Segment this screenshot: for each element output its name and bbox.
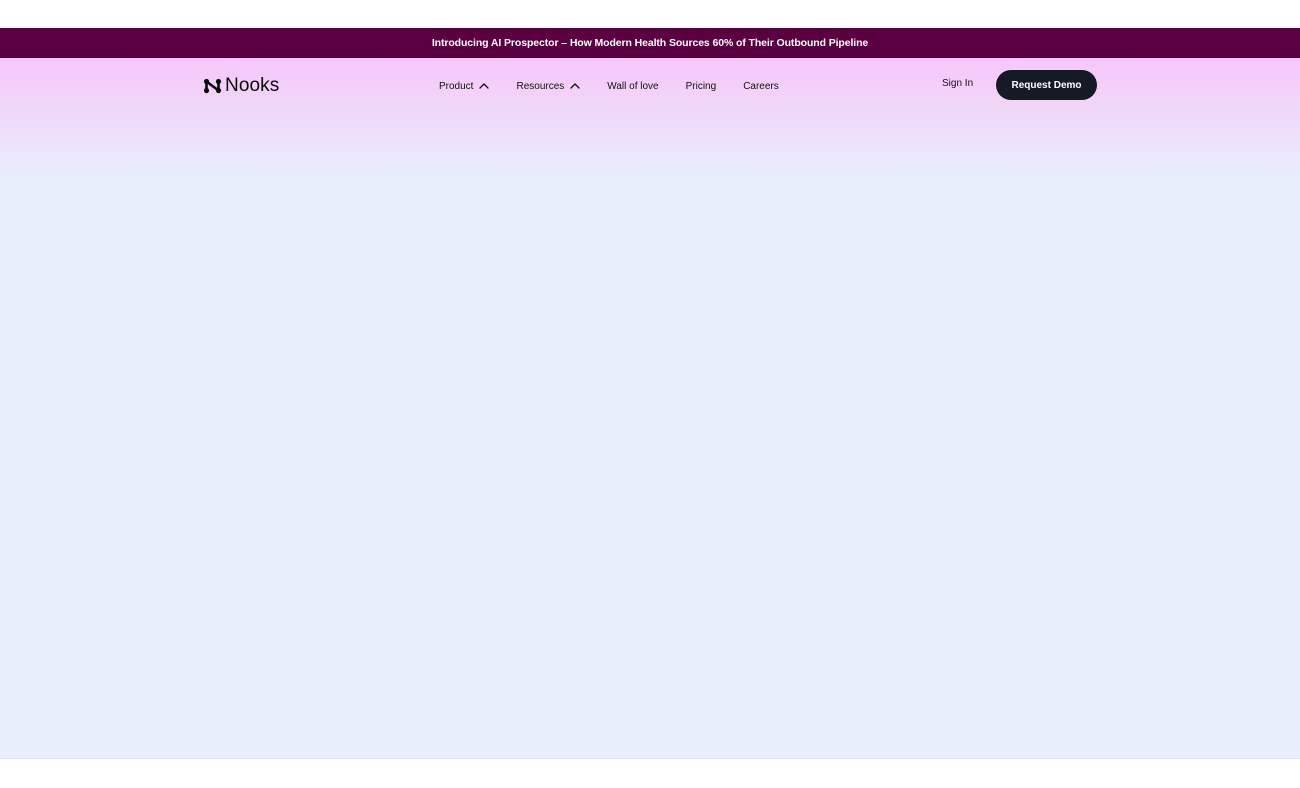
page: Introducing AI Prospector – How Modern H… [0,0,1300,788]
browser-viewport: Introducing AI Prospector – How Modern H… [0,28,1300,759]
nav-product-label: Product [439,80,474,92]
nooks-logo-icon [203,78,222,94]
nav-wall-of-love[interactable]: Wall of love [607,81,658,92]
nav-careers-label: Careers [743,80,779,92]
chevron-up-icon [479,83,490,89]
announcement-text[interactable]: Introducing AI Prospector – How Modern H… [432,37,868,49]
announcement-banner[interactable]: Introducing AI Prospector – How Modern H… [0,28,1300,58]
request-demo-button[interactable]: Request Demo [996,70,1097,100]
nav-links: Product Resources Wall of love Pricing C… [439,76,779,96]
nav-wall-of-love-label: Wall of love [607,80,659,92]
nav-product[interactable]: Product [439,80,490,92]
logo-wordmark: Nooks [225,75,280,96]
nav-resources-label: Resources [516,80,565,92]
nav-pricing[interactable]: Pricing [686,81,717,92]
nav-careers[interactable]: Careers [743,81,779,92]
top-navigation: Nooks Product Resources Wall of love Pri… [0,58,1300,114]
nav-resources[interactable]: Resources [516,81,580,92]
sign-in-link[interactable]: Sign In [942,78,973,89]
chevron-up-icon [570,83,580,89]
nav-pricing-label: Pricing [685,80,717,92]
nooks-logo[interactable]: Nooks [203,75,279,97]
